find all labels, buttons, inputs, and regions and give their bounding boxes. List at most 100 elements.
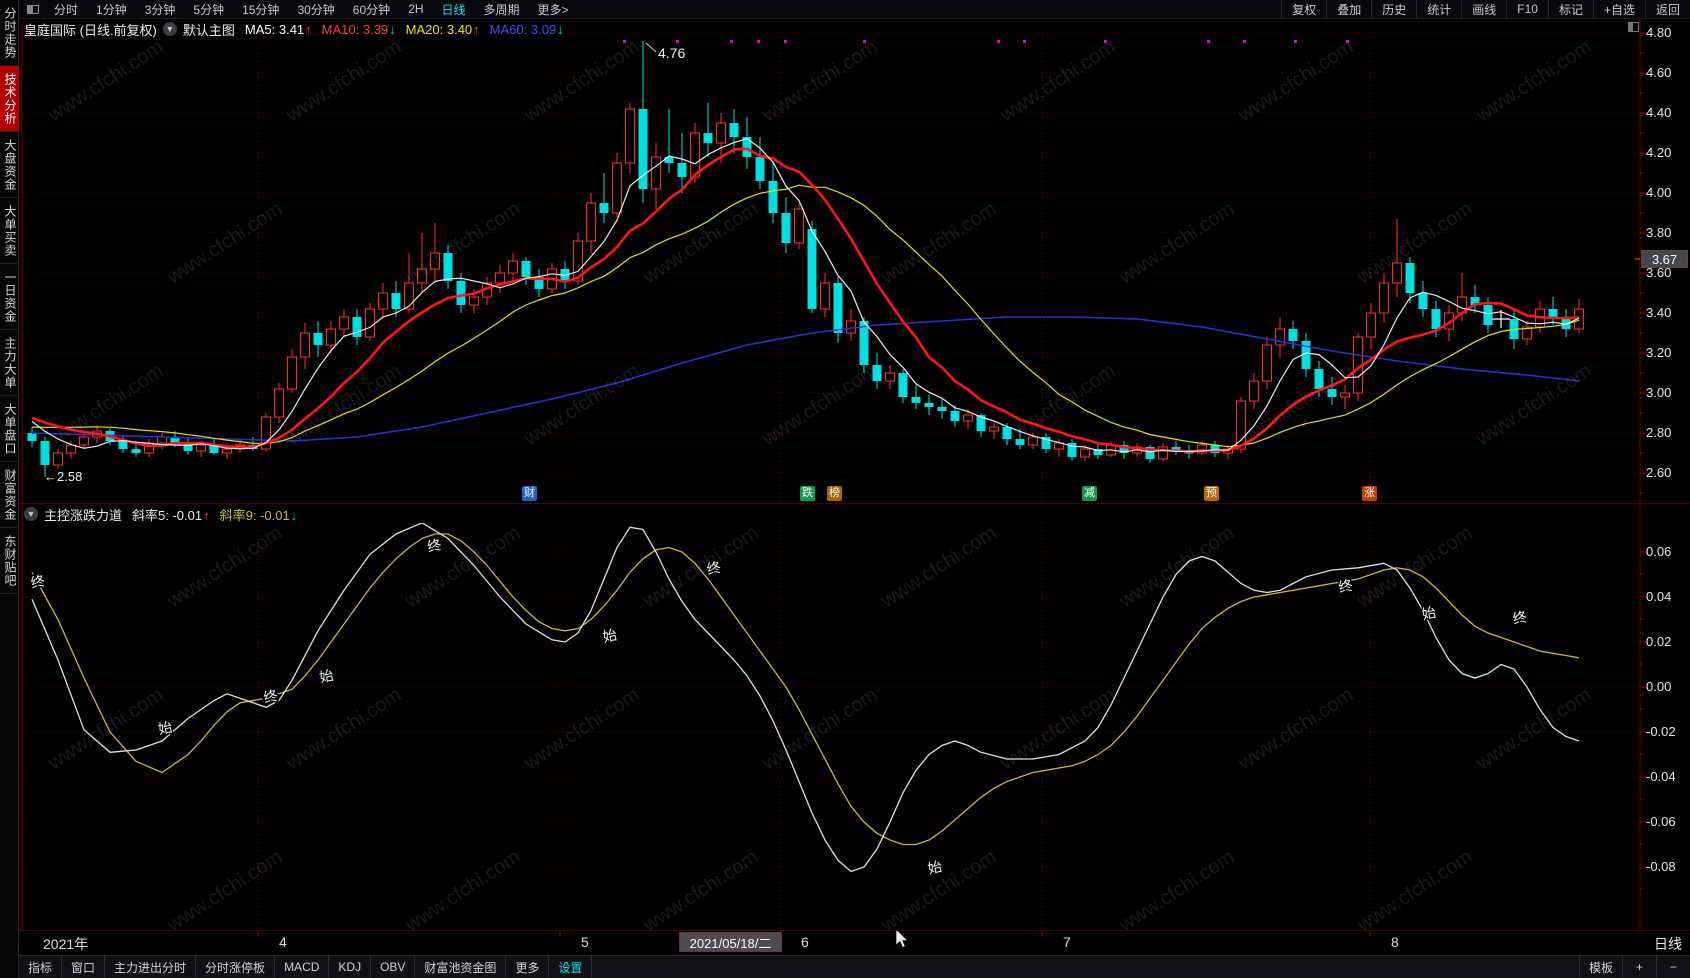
low-price-annotation: ←2.58	[44, 469, 83, 484]
price-tick: 2.60	[1646, 465, 1672, 480]
menu-item-更多>[interactable]: 更多>	[529, 0, 578, 18]
left-sidebar: 分时走势 技术分析 大盘资金 大单买卖 一日资金 主力大单 大单盘口 财富资金 东财贴吧	[0, 0, 19, 978]
bottom-toolbar: 指标 窗口 主力进出分时 分时涨停板 MACD KDJ OBV 财富池资金图 更多 设置 模板 + −	[19, 955, 1690, 978]
tool-历史[interactable]: 历史	[1371, 0, 1416, 18]
price-tick: 4.60	[1646, 65, 1672, 80]
chevron-down-icon[interactable]: ▼	[162, 22, 177, 36]
sidebar-item-大单盘口[interactable]: 大单盘口	[0, 396, 19, 462]
toolbar-设置[interactable]: 设置	[549, 956, 593, 978]
event-badge-榜[interactable]: 榜	[827, 486, 842, 501]
indicator-header: ▼ 主控涨跌力道 斜率5: -0.01↑ 斜率9: -0.01↓	[24, 505, 297, 524]
toolbar-+[interactable]: +	[1622, 956, 1656, 978]
cross-signal-label: 终	[29, 572, 46, 591]
tool-复权[interactable]: 复权	[1281, 0, 1326, 18]
price-tick: 3.40	[1646, 305, 1672, 320]
layout-pane-icon[interactable]	[27, 4, 39, 14]
indicator-title[interactable]: 主控涨跌力道	[44, 505, 122, 524]
sidebar-item-东财贴吧[interactable]: 东财贴吧	[0, 528, 19, 594]
price-tick: 2.80	[1646, 425, 1672, 440]
menu-item-分时[interactable]: 分时	[45, 0, 87, 18]
time-tick: 4	[279, 934, 287, 950]
cross-signal-label: 始	[601, 626, 618, 645]
tool-统计[interactable]: 统计	[1416, 0, 1461, 18]
event-badge-减[interactable]: 减	[1082, 486, 1097, 501]
event-badge-涨[interactable]: 涨	[1362, 486, 1377, 501]
indicator-tick: -0.02	[1646, 724, 1676, 739]
stock-title: 皇庭国际 (日线.前复权)	[24, 22, 157, 38]
price-tick: 4.80	[1646, 25, 1672, 40]
time-axis: 2021年 4 5 6 7 8 2021/05/18/二 日线	[19, 931, 1690, 955]
ma10-line	[31, 147, 1580, 453]
cross-signal-label: 终	[1511, 608, 1528, 627]
price-tick: 3.80	[1646, 225, 1672, 240]
indicator-tick: -0.06	[1646, 814, 1676, 829]
cross-signal-label: 始	[157, 719, 174, 738]
event-badge-跌[interactable]: 跌	[800, 486, 815, 501]
event-badge-财[interactable]: 财	[522, 486, 537, 501]
menu-item-5分钟[interactable]: 5分钟	[184, 0, 233, 18]
event-badge-预[interactable]: 预	[1204, 486, 1219, 501]
overlay-label[interactable]: 默认主图	[183, 20, 235, 39]
toolbar-更多[interactable]: 更多	[506, 956, 550, 978]
cross-signal-label: 终	[262, 687, 279, 706]
tool-画线[interactable]: 画线	[1461, 0, 1506, 18]
toolbar-OBV[interactable]: OBV	[371, 956, 416, 978]
tool-标记[interactable]: 标记	[1547, 0, 1593, 18]
sidebar-item-主力大单[interactable]: 主力大单	[0, 330, 19, 396]
slope-label: 斜率9: -0.01↓	[219, 507, 298, 523]
toolbar-模板[interactable]: 模板	[1578, 956, 1622, 978]
grid-lines	[22, 28, 1640, 930]
toolbar-指标[interactable]: 指标	[19, 956, 63, 978]
sidebar-item-大盘资金[interactable]: 大盘资金	[0, 132, 19, 198]
toolbar-财富池资金图[interactable]: 财富池资金图	[415, 956, 507, 978]
ma-label: MA10: 3.39↓	[321, 21, 396, 37]
tool-+自选[interactable]: +自选	[1592, 0, 1645, 18]
indicator-tick: -0.04	[1646, 769, 1676, 784]
toolbar-MACD[interactable]: MACD	[275, 956, 330, 978]
top-menubar: 分时 1分钟 3分钟 5分钟 15分钟 30分钟 60分钟 2H 日线 多周期 更多> 复权 叠加 历史…	[19, 0, 1690, 19]
toolbar-−[interactable]: −	[1656, 956, 1690, 978]
slope-label: 斜率5: -0.01↑	[132, 507, 210, 523]
last-price-tag: 3.67	[1641, 250, 1688, 268]
period-label: 日线	[1654, 936, 1682, 952]
sidebar-item-大单买卖[interactable]: 大单买卖	[0, 198, 19, 264]
event-marker-dots	[623, 40, 1349, 43]
ma-label: MA20: 3.40↑	[405, 21, 480, 37]
trend-arrow-icon: ↓	[290, 507, 298, 523]
ma-values: MA5: 3.41↑ MA10: 3.39↓ MA20: 3.40↑ MA60: 3.…	[235, 22, 564, 37]
menu-item-1分钟[interactable]: 1分钟	[87, 0, 136, 18]
indicator-tick: 0.06	[1646, 544, 1672, 559]
menu-item-日线[interactable]: 日线	[433, 0, 475, 18]
ma-label: MA60: 3.09↓	[489, 21, 564, 37]
time-tick: 7	[1063, 934, 1071, 950]
time-tick: 8	[1391, 934, 1399, 950]
menu-item-2H[interactable]: 2H	[399, 0, 432, 18]
tools-menu: 复权 叠加 历史 统计 画线 F10 标记 +自选 返回	[1281, 0, 1690, 18]
crosshair-date-box: 2021/05/18/二	[679, 932, 782, 952]
menu-item-3分钟[interactable]: 3分钟	[136, 0, 185, 18]
sidebar-item-技术分析[interactable]: 技术分析	[0, 66, 19, 132]
sidebar-item-财富资金[interactable]: 财富资金	[0, 462, 19, 528]
sidebar-item-一日资金[interactable]: 一日资金	[0, 264, 19, 330]
cross-signal-label: 终	[705, 559, 722, 578]
menu-item-15分钟[interactable]: 15分钟	[233, 0, 288, 18]
price-tick: 4.00	[1646, 185, 1672, 200]
tool-返回[interactable]: 返回	[1644, 0, 1690, 18]
toolbar-主力进出分时[interactable]: 主力进出分时	[105, 956, 197, 978]
chevron-down-icon[interactable]: ▼	[24, 507, 38, 521]
tool-F10[interactable]: F10	[1506, 0, 1548, 18]
menu-item-多周期[interactable]: 多周期	[475, 0, 529, 18]
menu-item-30分钟[interactable]: 30分钟	[288, 0, 343, 18]
toolbar-分时涨停板[interactable]: 分时涨停板	[196, 956, 276, 978]
menu-item-60分钟[interactable]: 60分钟	[344, 0, 399, 18]
price-tick: 4.40	[1646, 105, 1672, 120]
pane-maximize-icon[interactable]	[1628, 22, 1639, 32]
toolbar-KDJ[interactable]: KDJ	[329, 956, 372, 978]
trend-arrow-icon: ↑	[305, 21, 312, 37]
indicator-values: 斜率5: -0.01↑ 斜率9: -0.01↓	[122, 505, 297, 524]
toolbar-窗口[interactable]: 窗口	[62, 956, 106, 978]
tool-叠加[interactable]: 叠加	[1326, 0, 1371, 18]
sidebar-item-分时走势[interactable]: 分时走势	[0, 0, 19, 66]
price-indicator-chart[interactable]: 终始终始终始终始终始终	[0, 0, 1690, 978]
time-tick: 6	[801, 934, 809, 950]
